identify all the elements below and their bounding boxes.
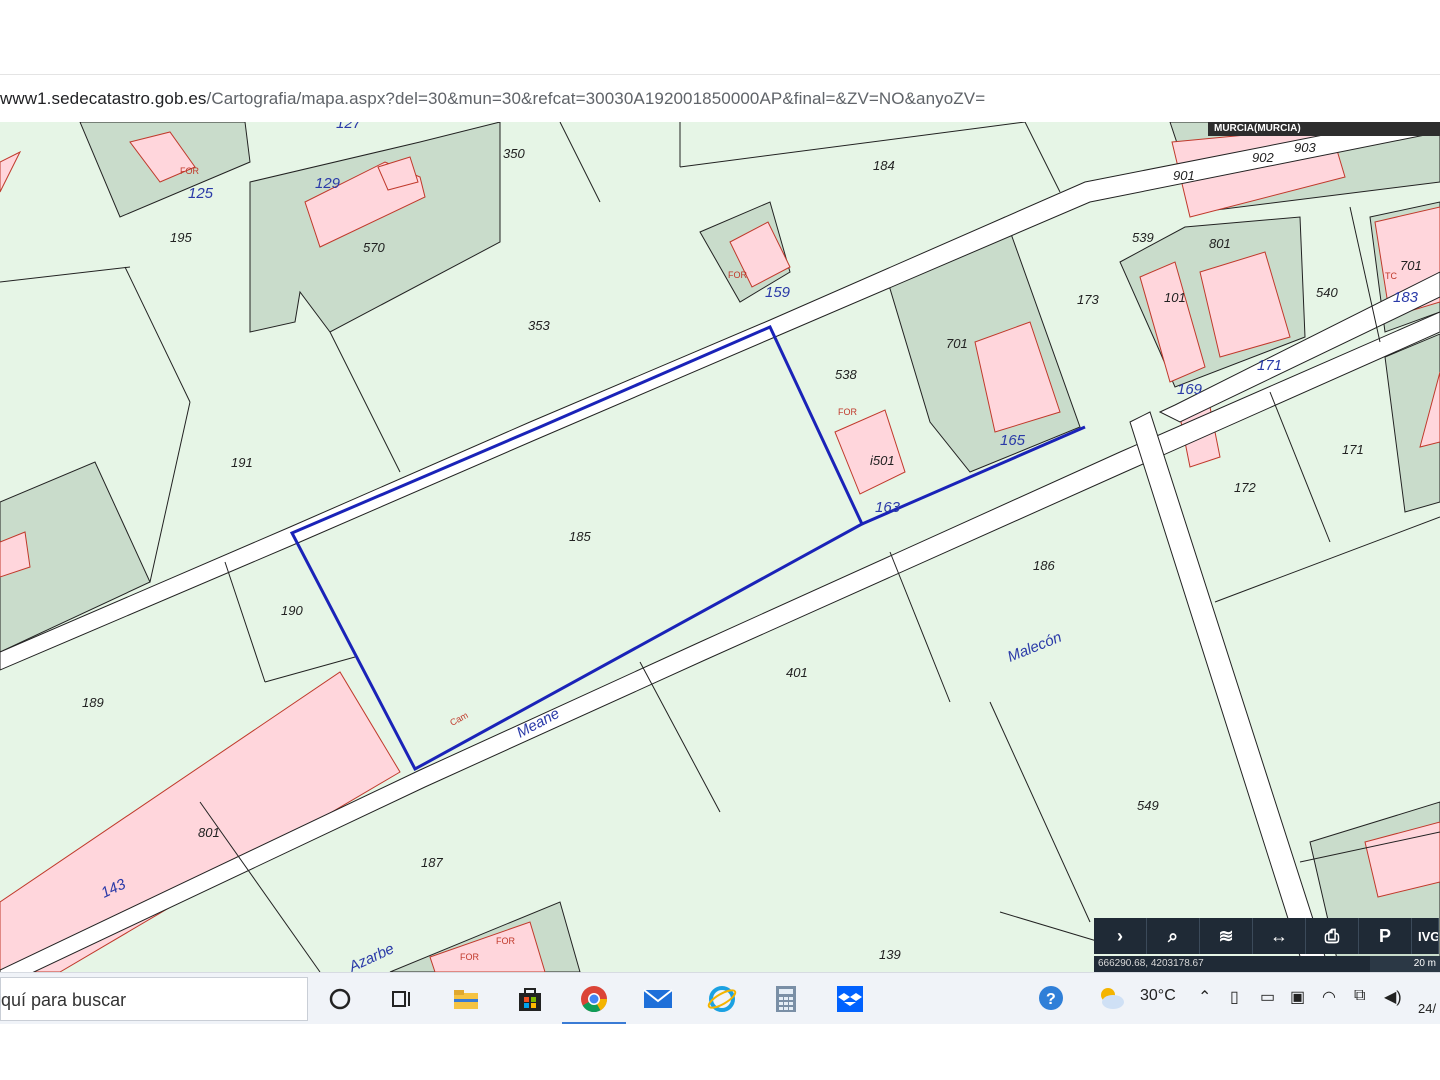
svg-text:FOR: FOR	[460, 952, 479, 962]
parcel-101: 101	[1164, 290, 1186, 305]
wifi-icon[interactable]: ◠	[1322, 987, 1336, 1007]
parcel-190: 190	[281, 603, 303, 618]
parcel-353: 353	[528, 318, 550, 333]
parcel-139: 139	[879, 947, 901, 962]
screen: www1.sedecatastro.gob.es/Cartografia/map…	[0, 0, 1440, 1080]
parcel-701: 701	[946, 336, 968, 351]
parcel-195: 195	[170, 230, 192, 245]
task-view-icon[interactable]	[382, 979, 422, 1019]
coordinates-readout: 666290.68, 4203178.67	[1098, 958, 1204, 969]
weather-temperature[interactable]: 30°C	[1140, 987, 1176, 1005]
block-183: 183	[1393, 289, 1419, 306]
parcel-info-icon[interactable]: P	[1359, 918, 1412, 954]
parcel-701b: 701	[1400, 258, 1422, 273]
svg-text:?: ?	[1046, 991, 1056, 1008]
parcel-191: 191	[231, 455, 253, 470]
chevron-up-icon[interactable]: ⌃	[1198, 987, 1211, 1007]
parcel-185: 185	[569, 529, 591, 544]
ivg-icon[interactable]: IVG	[1412, 918, 1439, 954]
parcel-540: 540	[1316, 285, 1338, 300]
coordinates-bar: 666290.68, 4203178.67 20 m	[1094, 956, 1440, 972]
parcel-801b: 801	[198, 825, 220, 840]
municipality-label: MURCIA(MURCIA)	[1208, 122, 1440, 136]
volume-icon[interactable]: ◀)	[1384, 987, 1402, 1007]
map-toolbar: › ⌕ ≋ ↔ ⎙ P IVG	[1094, 918, 1439, 954]
svg-text:TC: TC	[1385, 271, 1397, 281]
chevron-right-icon[interactable]: ›	[1094, 918, 1147, 954]
svg-text:FOR: FOR	[838, 407, 857, 417]
print-icon[interactable]: ⎙	[1306, 918, 1359, 954]
parcel-549: 549	[1137, 798, 1159, 813]
parcel-172: 172	[1234, 480, 1256, 495]
cadastral-map[interactable]: 350 184 195 570 353 191 185 190 189 187 …	[0, 122, 1440, 972]
parcel-901: 901	[1173, 168, 1195, 183]
battery-icon[interactable]: ▭	[1260, 987, 1275, 1007]
internet-explorer-icon[interactable]	[702, 979, 742, 1019]
block-129: 129	[315, 175, 341, 192]
block-127: 127	[336, 122, 362, 132]
map-canvas: 350 184 195 570 353 191 185 190 189 187 …	[0, 122, 1440, 972]
parcel-570: 570	[363, 240, 385, 255]
parcel-501: i501	[870, 453, 895, 468]
address-bar[interactable]: www1.sedecatastro.gob.es/Cartografia/map…	[0, 74, 1440, 124]
svg-text:FOR: FOR	[180, 166, 199, 176]
parcel-186: 186	[1033, 558, 1055, 573]
dropbox-icon[interactable]	[830, 979, 870, 1019]
parcel-801: 801	[1209, 236, 1231, 251]
parcel-184: 184	[873, 158, 895, 173]
block-163: 163	[875, 499, 901, 516]
chrome-icon[interactable]	[562, 979, 626, 1025]
layers-icon[interactable]: ≋	[1200, 918, 1253, 954]
weather-icon[interactable]	[1096, 985, 1126, 1016]
parcel-401: 401	[786, 665, 808, 680]
block-159: 159	[765, 284, 791, 301]
parcel-350: 350	[503, 146, 525, 161]
parcel-902: 902	[1252, 150, 1274, 165]
app-tray-icon[interactable]: ▣	[1290, 987, 1305, 1007]
windows-taskbar: quí para buscar ? 30°C ⌃ ▯ ▭ ▣ ◠ ⧉ ◀) 24…	[0, 972, 1440, 1025]
parcel-539: 539	[1132, 230, 1154, 245]
url-host: www1.sedecatastro.gob.es	[0, 89, 207, 108]
calculator-icon[interactable]	[766, 979, 806, 1019]
scale-bar: 20 m	[1370, 956, 1440, 972]
help-icon[interactable]: ?	[1036, 983, 1066, 1018]
mail-icon[interactable]	[638, 979, 678, 1019]
parcel-187: 187	[421, 855, 443, 870]
parcel-903: 903	[1294, 140, 1316, 155]
parcel-171: 171	[1342, 442, 1364, 457]
url-path: /Cartografia/mapa.aspx?del=30&mun=30&ref…	[206, 89, 986, 108]
taskbar-search-box[interactable]: quí para buscar	[0, 977, 308, 1021]
block-165: 165	[1000, 432, 1026, 449]
url-text[interactable]: www1.sedecatastro.gob.es/Cartografia/map…	[0, 89, 985, 109]
parcel-189: 189	[82, 695, 104, 710]
block-171: 171	[1257, 357, 1282, 374]
svg-text:FOR: FOR	[728, 270, 747, 280]
block-125: 125	[188, 185, 214, 202]
block-169: 169	[1177, 381, 1203, 398]
cortana-icon[interactable]	[320, 979, 360, 1019]
display-icon[interactable]: ⧉	[1354, 987, 1365, 1005]
svg-text:FOR: FOR	[496, 936, 515, 946]
clock-date[interactable]: 24/	[1418, 1001, 1436, 1016]
parcel-538: 538	[835, 367, 857, 382]
search-icon[interactable]: ⌕	[1147, 918, 1200, 954]
store-icon[interactable]	[510, 979, 550, 1019]
measure-icon[interactable]: ↔	[1253, 918, 1306, 954]
taskbar-search-placeholder: quí para buscar	[1, 990, 127, 1010]
parcel-173: 173	[1077, 292, 1099, 307]
bottom-margin	[0, 1024, 1440, 1080]
file-explorer-icon[interactable]	[446, 979, 486, 1019]
device-icon[interactable]: ▯	[1230, 987, 1239, 1007]
